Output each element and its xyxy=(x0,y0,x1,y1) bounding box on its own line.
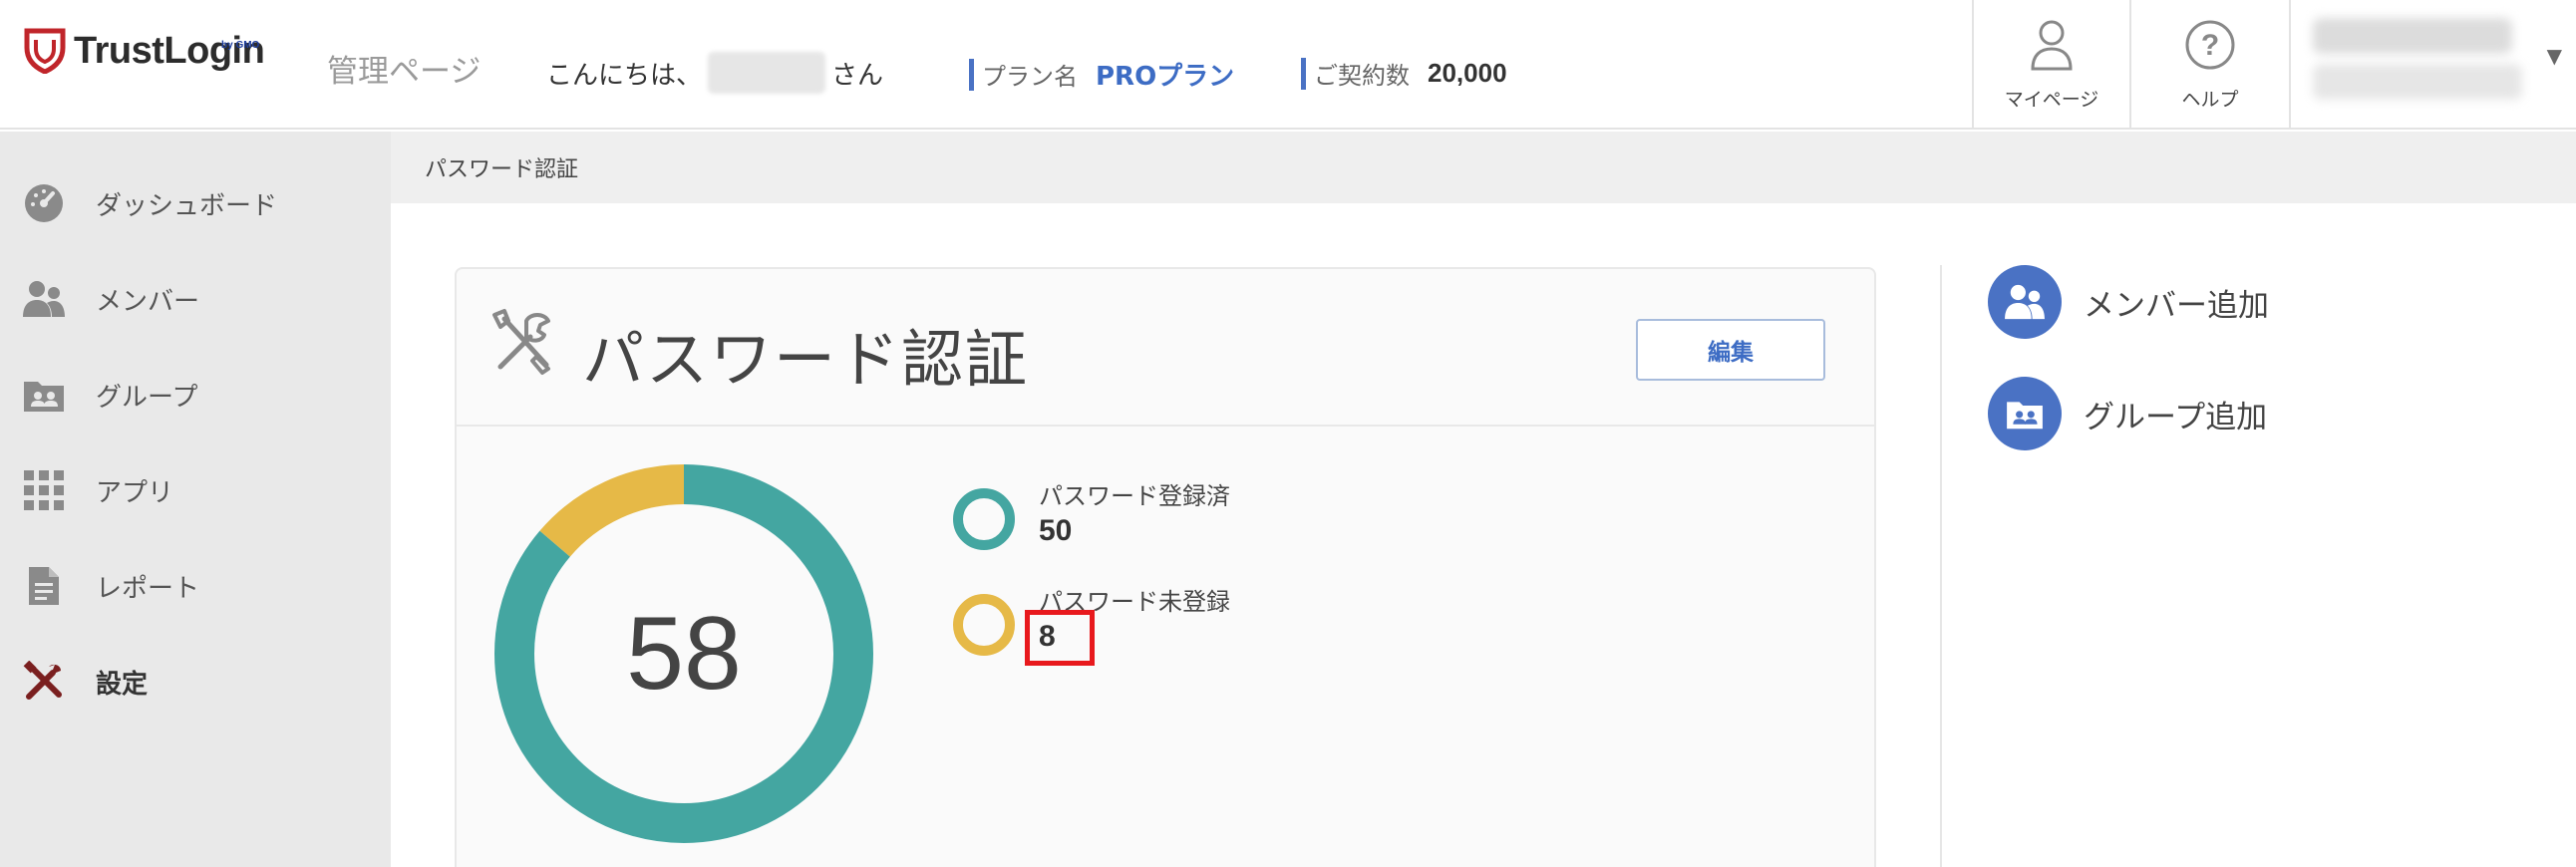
sidebar-item-label: グループ xyxy=(96,382,198,413)
help-label: ヘルプ xyxy=(2181,88,2239,111)
greeting: こんにちは、 さん xyxy=(546,52,883,94)
greeting-prefix: こんにちは、 xyxy=(546,60,703,91)
sidebar-item-label: ダッシュボード xyxy=(96,190,278,221)
greeting-suffix: さん xyxy=(831,60,884,91)
password-auth-card: パスワード認証 編集 58 パスワード登録済 50 パスワード未登録 8 xyxy=(455,267,1876,867)
breadcrumb-current: パスワード認証 xyxy=(425,157,579,182)
mypage-label: マイページ xyxy=(2004,88,2099,111)
sidebar-item-label: アプリ xyxy=(96,477,174,508)
account-name-blurred xyxy=(2313,18,2512,54)
sidebar-item-settings[interactable]: 設定 xyxy=(0,634,391,729)
help-icon: ? xyxy=(2185,20,2235,69)
add-group-label: グループ追加 xyxy=(2084,399,2268,435)
logo-text: TrustLogin xyxy=(74,30,265,72)
plan-bar-mark xyxy=(969,58,974,91)
donut-total: 58 xyxy=(626,595,742,712)
contract-info: ご契約数 20,000 xyxy=(1301,56,1507,91)
add-member-icon xyxy=(1988,265,2062,339)
sidebar-item-label: メンバー xyxy=(96,286,200,317)
sidebar-item-members[interactable]: メンバー xyxy=(0,251,391,347)
user-icon xyxy=(2031,20,2073,70)
members-icon xyxy=(22,277,66,321)
highlight-box xyxy=(1025,610,1095,666)
report-icon xyxy=(22,564,66,608)
account-menu[interactable]: ▼ xyxy=(2289,0,2576,130)
sidebar-item-apps[interactable]: アプリ xyxy=(0,442,391,538)
unregistered-ring-icon xyxy=(953,594,1015,656)
legend-value: 50 xyxy=(1039,514,1073,547)
contract-label: ご契約数 xyxy=(1314,62,1410,90)
tools-icon xyxy=(22,660,66,704)
sidebar-item-label: 設定 xyxy=(96,669,149,700)
tools-icon xyxy=(492,309,550,375)
plan-label: プラン名 xyxy=(982,63,1078,91)
svg-text:?: ? xyxy=(2201,29,2219,62)
logo-subtext: by GMO xyxy=(221,40,260,51)
plan-value: PROプラン xyxy=(1096,62,1235,92)
page-title: パスワード認証 xyxy=(582,323,1030,396)
edit-button[interactable]: 編集 xyxy=(1636,319,1825,381)
dashboard-icon xyxy=(22,181,66,225)
donut-chart: 58 xyxy=(494,464,873,843)
account-email-blurred xyxy=(2313,64,2522,100)
contract-bar-mark xyxy=(1301,57,1306,90)
shield-logo-icon xyxy=(24,28,66,74)
breadcrumb: パスワード認証 xyxy=(391,132,2576,203)
top-header: TrustLogin by GMO 管理ページ こんにちは、 さん プラン名 P… xyxy=(0,0,2576,130)
admin-page-label: 管理ページ xyxy=(327,54,482,90)
registered-ring-icon xyxy=(953,488,1015,550)
add-member-button[interactable]: メンバー追加 xyxy=(1988,265,2269,339)
sidebar-item-reports[interactable]: レポート xyxy=(0,538,391,634)
group-icon xyxy=(22,373,66,417)
mypage-button[interactable]: マイページ xyxy=(1972,0,2129,130)
sidebar-item-groups[interactable]: グループ xyxy=(0,347,391,442)
contract-value: 20,000 xyxy=(1428,58,1507,88)
add-group-icon xyxy=(1988,377,2062,450)
sidebar-item-dashboard[interactable]: ダッシュボード xyxy=(0,155,391,251)
add-group-button[interactable]: グループ追加 xyxy=(1988,377,2267,450)
legend-label: パスワード登録済 xyxy=(1039,482,1230,510)
add-member-label: メンバー追加 xyxy=(2084,287,2269,324)
plan-info: プラン名 PROプラン xyxy=(969,56,1234,93)
sidebar: ダッシュボード メンバー グループ アプリ レポート 設定 xyxy=(0,132,391,867)
help-button[interactable]: ? ヘルプ xyxy=(2129,0,2289,130)
user-name-blurred xyxy=(708,52,826,94)
trustlogin-logo[interactable]: TrustLogin xyxy=(24,28,265,74)
apps-grid-icon xyxy=(22,468,66,512)
panel-divider xyxy=(1940,265,1942,867)
card-header: パスワード認証 編集 xyxy=(457,269,1874,427)
dropdown-caret-icon: ▼ xyxy=(2546,44,2562,68)
sidebar-item-label: レポート xyxy=(96,573,200,604)
